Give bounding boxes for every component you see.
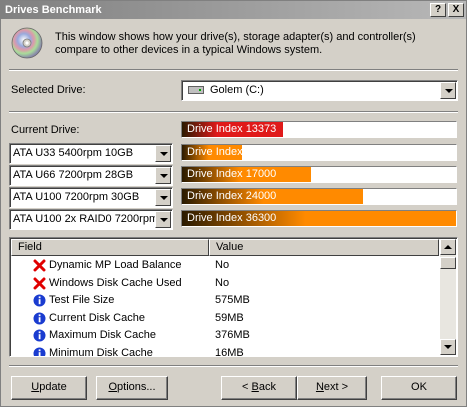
intro-text: This window shows how your drive(s), sto… <box>55 31 416 56</box>
field-cell: Current Disk Cache <box>49 311 145 324</box>
comparison-index-text: Drive Index 24000 <box>187 190 277 202</box>
field-cell: Windows Disk Cache Used <box>49 276 182 289</box>
comparison-index-bar: Drive Index 24000 <box>181 188 457 205</box>
chevron-down-icon[interactable] <box>155 145 171 162</box>
comparison-drive-dropdown[interactable]: ATA U66 7200rpm 28GB <box>9 165 173 186</box>
comparison-index-bar: Drive Index 17000 <box>181 166 457 183</box>
scroll-up-button[interactable] <box>440 239 456 255</box>
details-list[interactable]: Field Value Dynamic MP Load Balance No Win… <box>9 237 458 357</box>
selected-drive-label: Selected Drive: <box>11 84 86 96</box>
chevron-down-icon[interactable] <box>155 189 171 206</box>
list-item[interactable]: Dynamic MP Load Balance No <box>11 257 439 274</box>
separator <box>9 69 458 71</box>
comparison-drive-dropdown[interactable]: ATA U33 5400rpm 10GB <box>9 143 173 164</box>
chevron-down-icon[interactable] <box>440 82 456 99</box>
window-title: Drives Benchmark <box>5 4 102 16</box>
comparison-drive-name: ATA U100 7200rpm 30GB <box>13 191 140 203</box>
comparison-index-bar: Drive Index 8000 <box>181 144 457 161</box>
info-icon <box>33 347 46 356</box>
comparison-drive-name: ATA U33 5400rpm 10GB <box>13 147 134 159</box>
list-item[interactable]: Maximum Disk Cache 376MB <box>11 327 439 344</box>
comparison-drive-dropdown[interactable]: ATA U100 2x RAID0 7200rpm <box>9 209 173 230</box>
back-button[interactable]: < Back <box>221 376 297 400</box>
value-cell: No <box>215 276 230 289</box>
value-cell: 16MB <box>215 346 244 357</box>
value-cell: 575MB <box>215 294 250 306</box>
scroll-thumb[interactable] <box>440 257 456 269</box>
current-drive-index-bar: Drive Index 13373 <box>181 121 457 138</box>
drives-benchmark-window: Drives Benchmark ? X This window shows h… <box>0 0 467 407</box>
chevron-down-icon[interactable] <box>155 211 171 228</box>
list-item[interactable]: Windows Disk Cache Used No <box>11 275 439 292</box>
comparison-index-text: Drive Index 8000 <box>187 146 271 158</box>
comparison-index-text: Drive Index 36300 <box>187 212 277 224</box>
scroll-down-button[interactable] <box>440 339 456 355</box>
field-cell: Test File Size <box>49 294 115 306</box>
value-cell: 376MB <box>215 329 250 341</box>
next-button[interactable]: Next > <box>297 376 367 400</box>
value-cell: 59MB <box>215 311 244 324</box>
field-cell: Dynamic MP Load Balance <box>49 259 182 271</box>
current-drive-label: Current Drive: <box>11 124 80 136</box>
cd-disc-icon <box>11 27 43 59</box>
list-item[interactable]: Minimum Disk Cache 16MB <box>11 345 439 357</box>
list-header: Field Value <box>11 239 439 256</box>
ok-button[interactable]: OK <box>381 376 457 400</box>
update-button[interactable]: Update <box>11 376 87 400</box>
list-item[interactable]: Test File Size 575MB <box>11 292 439 309</box>
title-bar: Drives Benchmark ? X <box>1 1 466 19</box>
list-item[interactable]: Current Disk Cache 59MB <box>11 310 439 327</box>
comparison-index-bar: Drive Index 36300 <box>181 210 457 227</box>
comparison-drive-name: ATA U66 7200rpm 28GB <box>13 169 134 181</box>
field-cell: Maximum Disk Cache <box>49 329 156 341</box>
field-cell: Minimum Disk Cache <box>49 346 153 357</box>
help-button[interactable]: ? <box>430 3 446 17</box>
info-icon <box>33 329 46 342</box>
separator <box>9 111 458 113</box>
column-header-value[interactable]: Value <box>209 239 439 256</box>
info-icon <box>33 294 46 307</box>
vertical-scrollbar[interactable] <box>440 239 456 355</box>
separator <box>9 365 458 367</box>
close-button[interactable]: X <box>448 3 464 17</box>
comparison-index-text: Drive Index 17000 <box>187 168 277 180</box>
column-header-field[interactable]: Field <box>11 239 209 256</box>
red-x-icon <box>33 259 46 272</box>
selected-drive-dropdown[interactable]: Golem (C:) <box>181 80 458 101</box>
hard-drive-icon <box>188 86 204 94</box>
current-drive-index-text: Drive Index 13373 <box>187 123 277 135</box>
chevron-down-icon[interactable] <box>155 167 171 184</box>
value-cell: No <box>215 259 230 271</box>
options-button[interactable]: Options... <box>96 376 168 400</box>
selected-drive-value: Golem (C:) <box>210 84 264 96</box>
info-icon <box>33 312 46 324</box>
red-x-icon <box>33 277 46 289</box>
comparison-drive-dropdown[interactable]: ATA U100 7200rpm 30GB <box>9 187 173 208</box>
comparison-drive-name: ATA U100 2x RAID0 7200rpm <box>13 213 157 225</box>
